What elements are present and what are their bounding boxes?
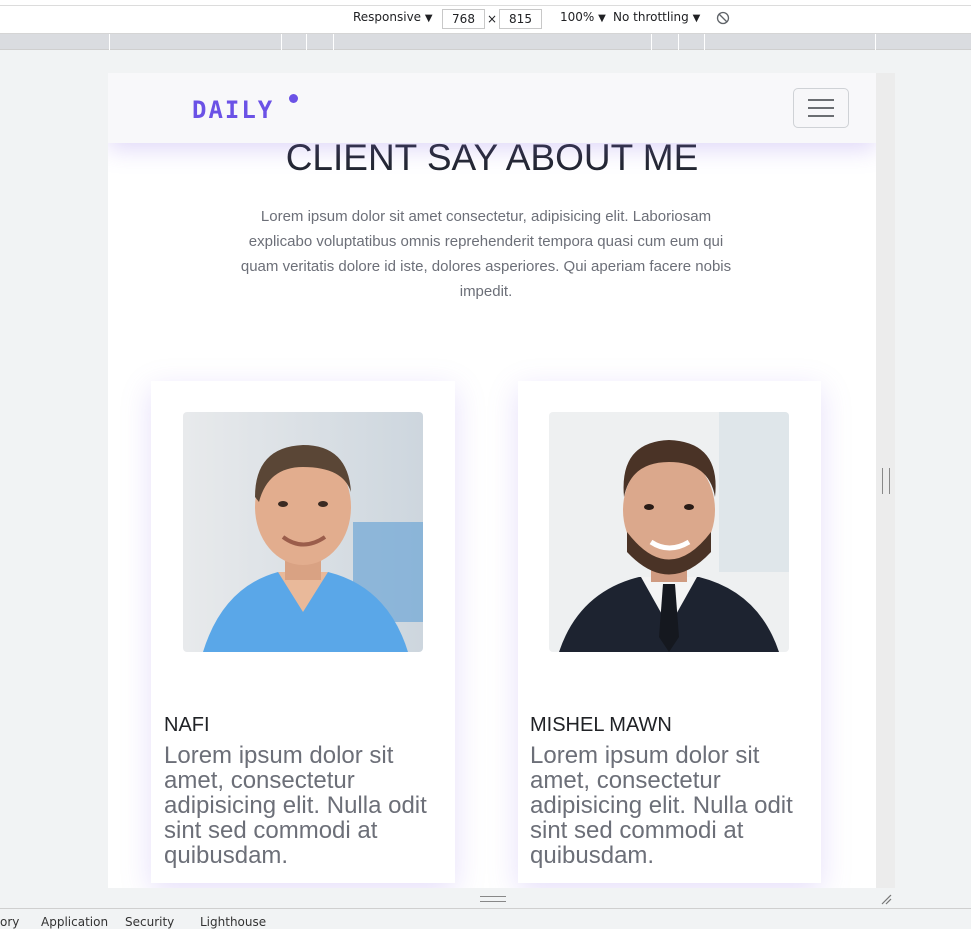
client-name: NAFI — [164, 714, 210, 736]
ruler-tick — [678, 34, 679, 50]
menu-toggle-button[interactable] — [793, 88, 849, 128]
tab-application[interactable]: Application — [41, 915, 108, 929]
bottom-resize-handle[interactable] — [480, 896, 506, 902]
media-query-bar[interactable] — [0, 34, 971, 50]
chevron-down-icon: ▼ — [692, 13, 701, 24]
testimonial-text: Lorem ipsum dolor sit amet, consectetur … — [164, 742, 427, 869]
chevron-down-icon: ▼ — [424, 13, 433, 24]
throttling-label: No throttling — [613, 10, 689, 24]
client-photo — [549, 412, 789, 652]
device-toolbar: Responsive ▼ 768 × 815 100% ▼ No throttl… — [0, 0, 971, 34]
ruler-tick — [281, 34, 282, 50]
navbar: DAILY — [108, 73, 876, 143]
throttling-select[interactable]: No throttling ▼ — [613, 10, 700, 24]
height-input[interactable]: 815 — [499, 9, 542, 29]
chevron-down-icon: ▼ — [598, 13, 606, 24]
dimension-separator: × — [487, 12, 498, 26]
rotate-icon[interactable] — [716, 11, 730, 28]
device-select[interactable]: Responsive ▼ — [353, 10, 433, 24]
testimonial-text: Lorem ipsum dolor sit amet, consectetur … — [530, 742, 793, 869]
client-photo — [183, 412, 423, 652]
section-description: Lorem ipsum dolor sit amet consectetur, … — [240, 208, 732, 300]
logo[interactable]: DAILY — [192, 96, 274, 124]
ruler-tick — [306, 34, 307, 50]
ruler-tick — [704, 34, 705, 50]
client-name: MISHEL MAWN — [530, 714, 672, 736]
tab-lighthouse[interactable]: Lighthouse — [200, 915, 266, 929]
tab-security[interactable]: Security — [125, 915, 174, 929]
device-label: Responsive — [353, 10, 422, 24]
ruler-tick — [875, 34, 876, 50]
devtools-tabbar: ory Application Security Lighthouse — [0, 908, 971, 929]
testimonial-card: NAFI Lorem ipsum dolor sit amet, consect… — [151, 381, 455, 883]
tab-memory[interactable]: ory — [0, 915, 19, 929]
ruler-tick — [651, 34, 652, 50]
page-viewport: DAILY CLIENT SAY ABOUT ME Lorem ipsum do… — [108, 73, 876, 888]
ruler-tick — [109, 34, 110, 50]
corner-resize-handle[interactable] — [880, 893, 892, 908]
section-title: CLIENT SAY ABOUT ME — [285, 137, 699, 178]
toolbar-divider — [0, 5, 971, 6]
right-resize-handle[interactable] — [882, 468, 890, 494]
width-input[interactable]: 768 — [442, 9, 485, 29]
zoom-label: 100% — [560, 10, 595, 24]
testimonial-card: MISHEL MAWN Lorem ipsum dolor sit amet, … — [518, 381, 821, 883]
logo-dot — [289, 94, 298, 103]
zoom-select[interactable]: 100% ▼ — [560, 10, 606, 24]
ruler-tick — [333, 34, 334, 50]
